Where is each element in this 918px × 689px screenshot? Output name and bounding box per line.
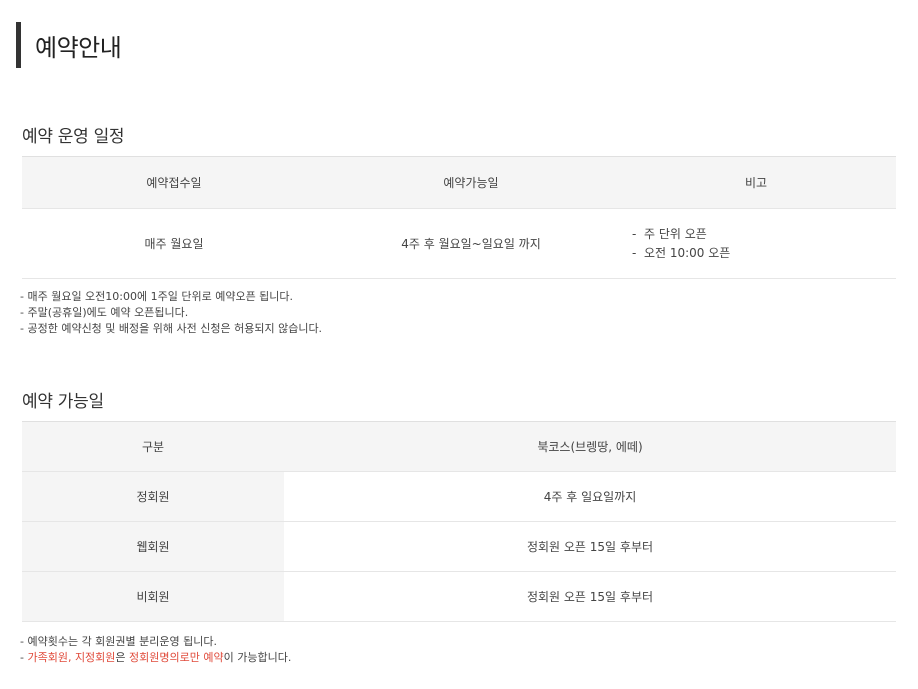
- column-header-reception-day: 예약접수일: [22, 156, 326, 209]
- availability-header-row: 구분 북코스(브렝땅, 에떼): [22, 421, 896, 472]
- category-cell: 비회원: [22, 571, 284, 622]
- availability-cell: 정회원 오픈 15일 후부터: [284, 521, 896, 572]
- note-item: - 주 단위 오픈: [632, 226, 707, 241]
- column-header-notes: 비고: [616, 156, 896, 209]
- column-header-category: 구분: [22, 421, 284, 472]
- reception-day-cell: 매주 월요일: [22, 208, 326, 279]
- availability-heading: 예약 가능일: [22, 392, 104, 412]
- table-row: 웹회원 정회원 오픈 15일 후부터: [22, 521, 896, 572]
- list-item: 가족회원, 지정회원은 정회원명의로만 예약이 가능합니다.: [20, 650, 291, 666]
- available-days-cell: 4주 후 월요일~일요일 까지: [326, 208, 616, 279]
- column-header-available-days: 예약가능일: [326, 156, 616, 209]
- schedule-notes-list: 매주 월요일 오전10:00에 1주일 단위로 예약오픈 됩니다. 주말(공휴일…: [20, 289, 322, 337]
- list-item: 주말(공휴일)에도 예약 오픈됩니다.: [20, 305, 322, 321]
- category-cell: 정회원: [22, 471, 284, 522]
- schedule-header-row: 예약접수일 예약가능일 비고: [22, 156, 896, 209]
- list-item: 매주 월요일 오전10:00에 1주일 단위로 예약오픈 됩니다.: [20, 289, 322, 305]
- list-item: 공정한 예약신청 및 배정을 위해 사전 신청은 허용되지 않습니다.: [20, 321, 322, 337]
- table-row: 비회원 정회원 오픈 15일 후부터: [22, 571, 896, 622]
- highlight-text: 가족회원, 지정회원: [27, 651, 116, 664]
- availability-cell: 4주 후 일요일까지: [284, 471, 896, 522]
- notes-cell: - 주 단위 오픈 - 오전 10:00 오픈: [616, 208, 896, 279]
- availability-notes-list: 예약횟수는 각 회원권별 분리운영 됩니다. 가족회원, 지정회원은 정회원명의…: [20, 634, 291, 666]
- table-row: 정회원 4주 후 일요일까지: [22, 471, 896, 522]
- title-accent-bar: [16, 22, 21, 68]
- availability-cell: 정회원 오픈 15일 후부터: [284, 571, 896, 622]
- note-item: - 오전 10:00 오픈: [632, 245, 731, 260]
- page-title-text: 예약안내: [35, 33, 122, 62]
- category-cell: 웹회원: [22, 521, 284, 572]
- list-item: 예약횟수는 각 회원권별 분리운영 됩니다.: [20, 634, 291, 650]
- page-title: 예약안내: [16, 22, 122, 68]
- highlight-text: 정회원명의로만 예약: [129, 651, 224, 664]
- column-header-course: 북코스(브렝땅, 에떼): [284, 421, 896, 472]
- availability-table: 구분 북코스(브렝땅, 에떼) 정회원 4주 후 일요일까지 웹회원 정회원 오…: [22, 421, 896, 622]
- schedule-heading: 예약 운영 일정: [22, 127, 125, 147]
- table-row: 매주 월요일 4주 후 월요일~일요일 까지 - 주 단위 오픈 - 오전 10…: [22, 208, 896, 279]
- schedule-table: 예약접수일 예약가능일 비고 매주 월요일 4주 후 월요일~일요일 까지 - …: [22, 156, 896, 279]
